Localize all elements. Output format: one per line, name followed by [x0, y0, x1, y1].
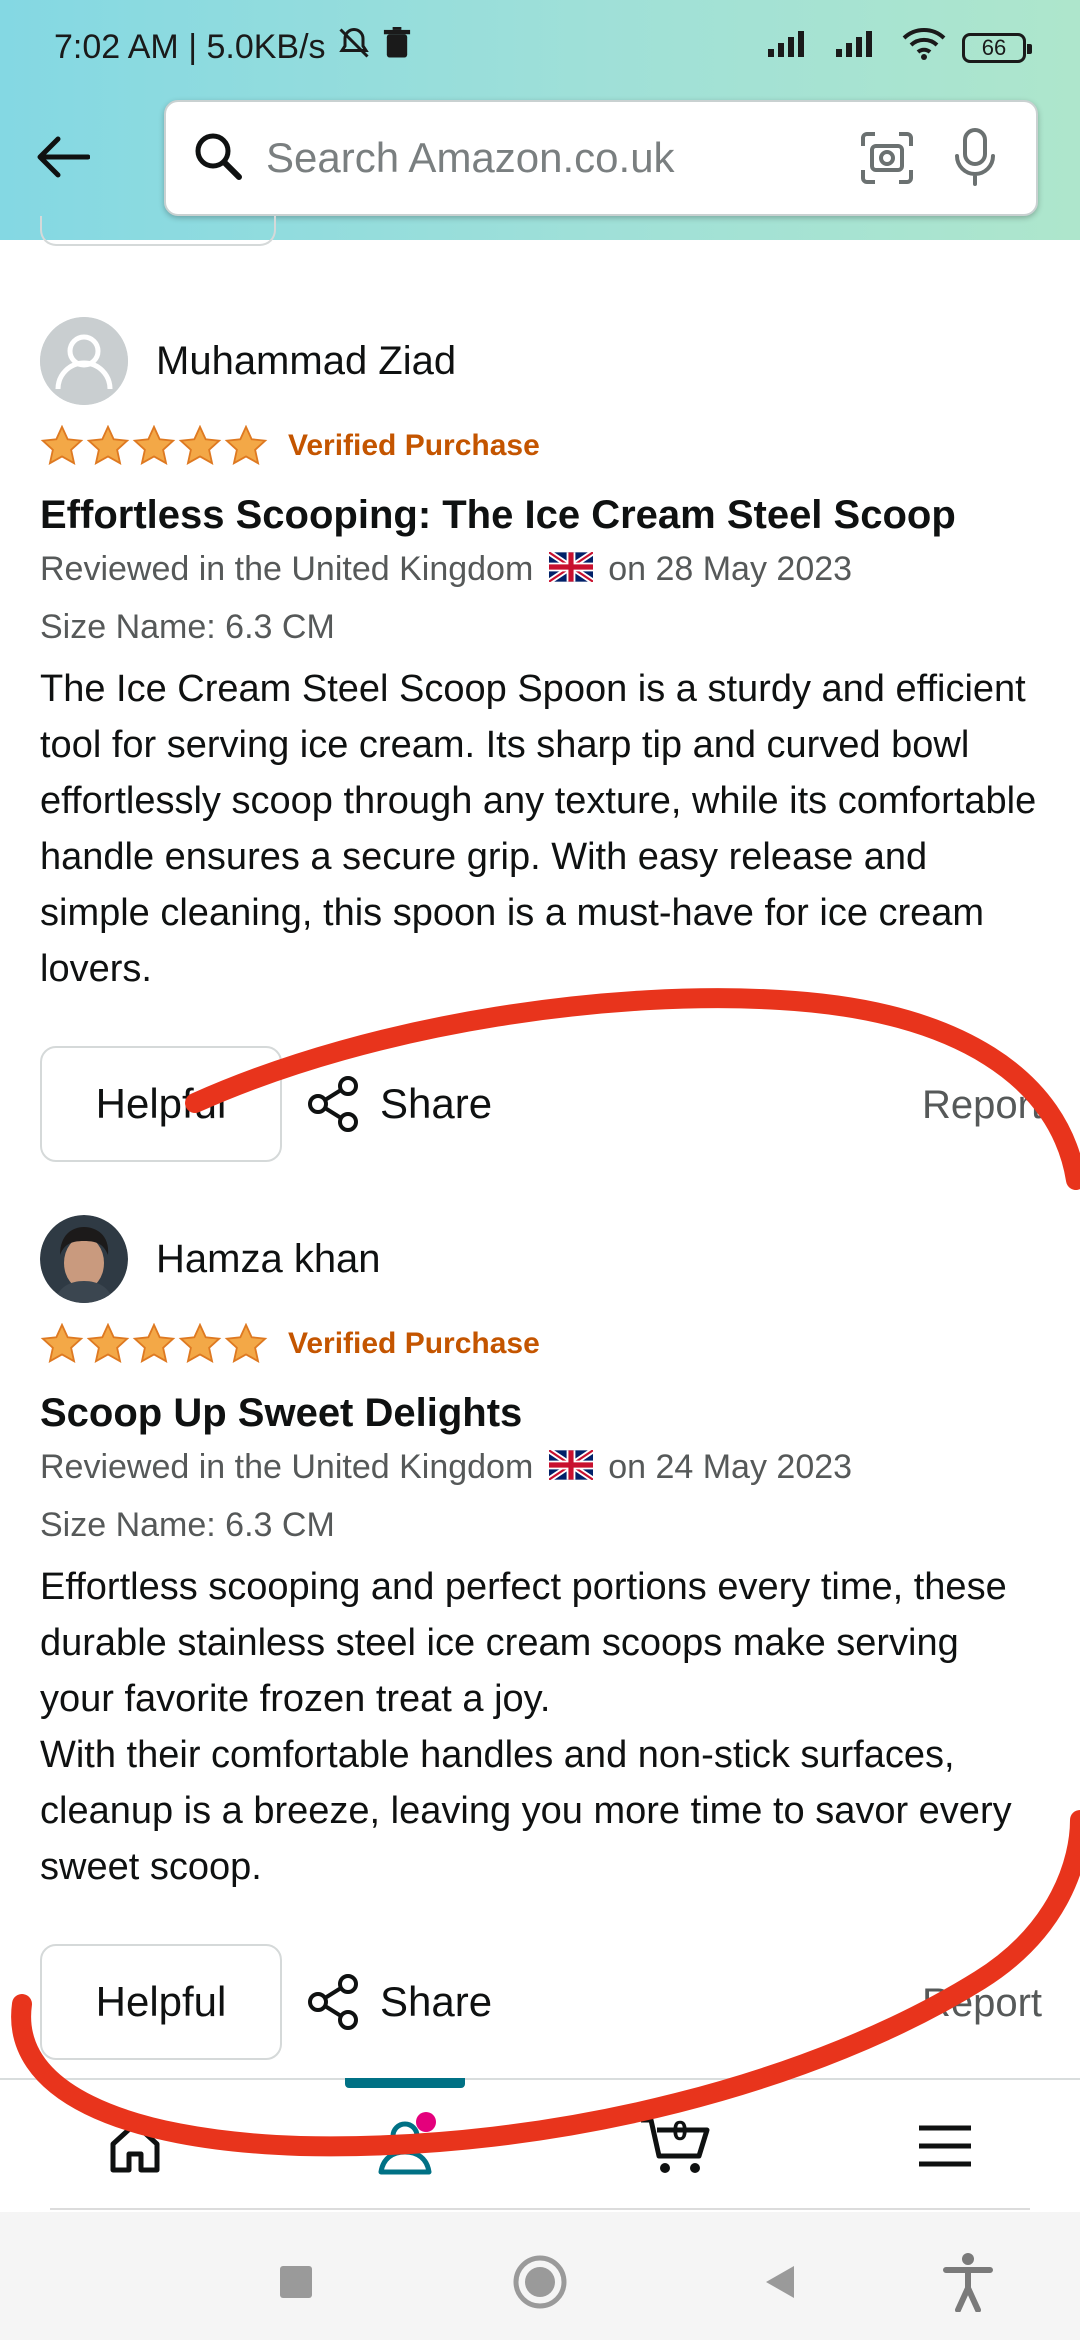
home-button[interactable]: [510, 2252, 570, 2312]
star-icon: [132, 1323, 176, 1363]
nav-home[interactable]: [0, 2080, 270, 2212]
report-link[interactable]: Report: [922, 1083, 1042, 1128]
star-rating: [40, 425, 268, 467]
system-nav-bar: [0, 2212, 1080, 2340]
search-input[interactable]: [266, 134, 834, 182]
status-time: 7:02 AM | 5.0KB/s: [54, 28, 326, 66]
battery-icon: 66: [962, 32, 1032, 63]
nav-menu[interactable]: [810, 2080, 1080, 2212]
star-icon: [40, 1323, 84, 1363]
review-date: on 24 May 2023: [608, 1448, 853, 1486]
notification-dot: [416, 2112, 436, 2132]
uk-flag-icon: [547, 543, 595, 599]
reviewed-in-text: Reviewed in the United Kingdom: [40, 1448, 534, 1486]
camera-search-icon[interactable]: [852, 123, 922, 193]
microphone-icon[interactable]: [940, 123, 1010, 193]
back-system-button[interactable]: [750, 2252, 810, 2312]
review-title: Effortless Scooping: The Ice Cream Steel…: [40, 493, 956, 537]
nav-cart[interactable]: 0: [540, 2080, 810, 2212]
previous-helpful-button-edge: [40, 216, 276, 246]
default-profile-icon: [40, 317, 128, 405]
reviewer-name[interactable]: Muhammad Ziad: [156, 339, 456, 384]
review-title: Scoop Up Sweet Delights: [40, 1391, 523, 1435]
bottom-nav-bar: 0: [0, 2078, 1080, 2212]
avatar: [40, 317, 128, 405]
helpful-button[interactable]: Helpful: [40, 1944, 282, 2061]
review-location-date: Reviewed in the United Kingdom on 28 May…: [0, 541, 1080, 599]
divider: [50, 2208, 1030, 2210]
star-icon: [224, 425, 268, 465]
accessibility-button[interactable]: [938, 2252, 998, 2312]
square-icon: [280, 2266, 312, 2298]
uk-flag-icon: [547, 1441, 595, 1497]
search-bar[interactable]: [164, 100, 1038, 216]
share-icon: [308, 1076, 358, 1133]
home-icon: [110, 2121, 160, 2173]
share-label: Share: [380, 1978, 493, 2026]
menu-icon: [919, 2125, 971, 2167]
share-label: Share: [380, 1080, 493, 1128]
wifi-icon: [902, 26, 946, 69]
star-icon: [132, 425, 176, 465]
star-icon: [178, 425, 222, 465]
verified-purchase-badge: Verified Purchase: [288, 429, 540, 462]
reviewer-row: Muhammad Ziad: [0, 315, 1080, 407]
rating-row: Verified Purchase: [0, 1319, 1080, 1369]
nav-account[interactable]: [270, 2078, 540, 2212]
review-location-date: Reviewed in the United Kingdom on 24 May…: [0, 1439, 1080, 1497]
trash-icon: [382, 27, 412, 68]
review-body: Effortless scooping and perfect portions…: [40, 1566, 1012, 1889]
signal-icon: [766, 27, 818, 68]
star-icon: [40, 425, 84, 465]
status-right: 66: [766, 26, 1032, 69]
star-icon: [178, 1323, 222, 1363]
star-icon: [224, 1323, 268, 1363]
review-body: The Ice Cream Steel Scoop Spoon is a stu…: [40, 668, 1037, 991]
recents-button[interactable]: [266, 2252, 326, 2312]
status-left: 7:02 AM | 5.0KB/s: [54, 25, 412, 70]
rating-row: Verified Purchase: [0, 421, 1080, 471]
share-button[interactable]: Share: [304, 1972, 492, 2032]
share-icon: [308, 1974, 358, 2031]
review-card: Hamza khan Verified Purchase Scoop Up Sw…: [0, 1213, 1080, 2061]
share-button[interactable]: Share: [304, 1074, 492, 1134]
cart-count: 0: [672, 2115, 688, 2146]
signal-icon-2: [834, 27, 886, 68]
star-icon: [86, 1323, 130, 1363]
accessibility-icon: [943, 2253, 993, 2312]
muted-bell-icon: [336, 25, 372, 70]
review-actions: Helpful Share Report: [0, 1045, 1080, 1163]
search-icon: [192, 130, 244, 187]
status-bar: 7:02 AM | 5.0KB/s 66: [0, 0, 1080, 95]
review-card: Muhammad Ziad Verified Purchase Effortle…: [0, 315, 1080, 1163]
amazon-review-page: 7:02 AM | 5.0KB/s 66 Search Amazon.co.uk…: [0, 0, 1080, 2340]
triangle-back-icon: [766, 2266, 794, 2298]
back-button[interactable]: [30, 125, 94, 189]
reviewed-in-text: Reviewed in the United Kingdom: [40, 550, 534, 588]
header: 7:02 AM | 5.0KB/s 66: [0, 0, 1080, 240]
star-icon: [86, 425, 130, 465]
helpful-button[interactable]: Helpful: [40, 1046, 282, 1163]
size-name: Size Name: 6.3 CM: [40, 608, 335, 647]
review-date: on 28 May 2023: [608, 550, 853, 588]
review-actions: Helpful Share Report: [0, 1943, 1080, 2061]
profile-photo: [40, 1215, 128, 1303]
reviewer-name[interactable]: Hamza khan: [156, 1237, 381, 1282]
avatar: [40, 1215, 128, 1303]
active-tab-indicator: [345, 2078, 465, 2088]
circle-icon: [513, 2255, 567, 2309]
reviewer-row: Hamza khan: [0, 1213, 1080, 1305]
star-rating: [40, 1323, 268, 1365]
size-name: Size Name: 6.3 CM: [40, 1506, 335, 1545]
verified-purchase-badge: Verified Purchase: [288, 1327, 540, 1360]
report-link[interactable]: Report: [922, 1981, 1042, 2026]
